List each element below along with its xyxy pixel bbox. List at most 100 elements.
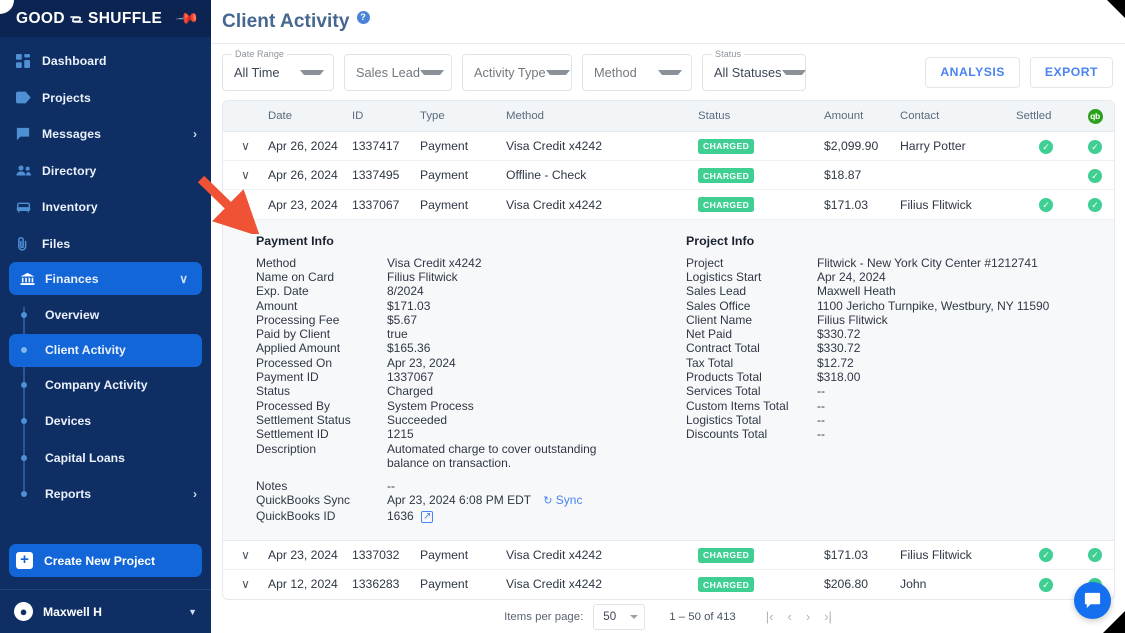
detail-value: 1100 Jericho Turnpike, Westbury, NY 1159… — [817, 298, 1050, 313]
bullet-icon — [20, 491, 27, 498]
help-icon[interactable]: ? — [356, 11, 370, 24]
cell-quickbooks: ✓ — [1076, 168, 1114, 183]
cell-contact: Harry Potter — [900, 139, 966, 154]
sidebar-item-overview[interactable]: Overview — [0, 297, 211, 334]
filter-method[interactable]: Method — [582, 53, 692, 91]
row-expand-toggle[interactable]: ∨ — [223, 139, 268, 153]
filter-date-range[interactable]: Date Range All Time — [222, 48, 334, 91]
detail-row: Processed On Apr 23, 2024 — [256, 356, 686, 370]
user-menu[interactable]: ● Maxwell H ▼ — [0, 589, 211, 633]
column-header-quickbooks[interactable]: qb — [1076, 108, 1114, 124]
chevron-right-icon: › — [193, 487, 197, 502]
last-page-button[interactable]: ›| — [824, 609, 832, 624]
filter-sales-lead[interactable]: Sales Lead — [344, 53, 452, 91]
detail-value: Automated charge to cover outstanding ba… — [387, 441, 597, 470]
sidebar-item-finances[interactable]: Finances ∨ — [9, 262, 202, 295]
detail-key: Processing Fee — [256, 312, 340, 327]
shuffle-mark-icon — [69, 12, 84, 27]
chevron-down-icon — [300, 69, 324, 75]
sidebar-item-messages[interactable]: Messages › — [0, 116, 211, 153]
column-header-id[interactable]: ID — [352, 110, 420, 122]
detail-row: Exp. Date 8/2024 — [256, 284, 686, 298]
create-new-project-button[interactable]: + Create New Project — [9, 544, 202, 577]
payment-info-panel: Payment Info Method Visa Credit x4242 Nam… — [256, 234, 686, 524]
table-row[interactable]: ∨ Apr 12, 2024 1336283 Payment Visa Cred… — [223, 570, 1114, 599]
sidebar-item-client-activity[interactable]: Client Activity — [9, 333, 202, 367]
sidebar-item-projects[interactable]: Projects — [0, 80, 211, 117]
column-header-date[interactable]: Date — [268, 110, 352, 122]
detail-row: Paid by Client true — [256, 327, 686, 341]
chevron-right-icon: › — [193, 127, 197, 142]
detail-value: -- — [817, 384, 825, 399]
first-page-button[interactable]: |‹ — [766, 609, 774, 624]
sidebar-item-inventory[interactable]: Inventory — [0, 189, 211, 226]
app-root: GOOD SHUFFLE 📌 Dashboard Projects Messag… — [0, 0, 1125, 633]
prev-page-button[interactable]: ‹ — [787, 609, 791, 624]
items-per-page-label: Items per page: — [504, 610, 584, 623]
sidebar-item-reports[interactable]: Reports › — [0, 476, 211, 513]
brand-logo[interactable]: GOOD SHUFFLE — [16, 10, 162, 28]
sidebar-item-devices[interactable]: Devices — [0, 403, 211, 440]
detail-key: Custom Items Total — [686, 398, 789, 413]
detail-key: Discounts Total — [686, 427, 768, 442]
cell-quickbooks: ✓ — [1076, 197, 1114, 213]
chevron-down-icon — [781, 69, 806, 75]
project-link[interactable]: Flitwick - New York City Center #1212741 — [817, 256, 1096, 270]
sidebar-subitem-label: Client Activity — [45, 343, 126, 357]
filter-activity-type-value: Activity Type — [474, 64, 546, 80]
cell-id: 1337032 — [352, 547, 400, 562]
bullet-icon — [20, 454, 27, 461]
export-button[interactable]: EXPORT — [1029, 56, 1113, 88]
table-row[interactable]: ∨ Apr 26, 2024 1337417 Payment Visa Cred… — [223, 132, 1114, 162]
qb-sync-button[interactable]: ↻ Sync — [543, 493, 582, 507]
row-expand-toggle[interactable]: ∨ — [223, 577, 268, 591]
cell-contact: Filius Flitwick — [900, 547, 972, 562]
filter-sales-lead-value: Sales Lead — [356, 64, 421, 80]
detail-row: Products Total $318.00 — [686, 370, 1096, 384]
cell-status: CHARGED — [698, 197, 824, 213]
detail-key: Contract Total — [686, 341, 760, 356]
detail-value: Filius Flitwick — [387, 269, 458, 284]
bullet-icon — [20, 381, 27, 388]
detail-key: Client Name — [686, 312, 753, 327]
detail-value: $318.00 — [817, 370, 861, 385]
filter-method-value: Method — [594, 64, 637, 80]
row-expand-toggle[interactable]: ∨ — [223, 168, 268, 182]
chat-bubble-button[interactable] — [1074, 582, 1111, 619]
items-per-page-select[interactable]: 50 — [593, 603, 646, 630]
pagination: Items per page: 50 1 – 50 of 413 |‹ ‹ › … — [211, 600, 1125, 633]
detail-key: Logistics Total — [686, 412, 762, 427]
column-header-settled[interactable]: Settled — [1016, 110, 1076, 122]
next-page-button[interactable]: › — [806, 609, 810, 624]
detail-row: Logistics Start Apr 24, 2024 — [686, 270, 1096, 284]
column-header-status[interactable]: Status — [698, 110, 824, 122]
cell-date: Apr 23, 2024 — [268, 547, 338, 562]
sidebar-item-dashboard[interactable]: Dashboard — [0, 43, 211, 80]
row-collapse-toggle[interactable]: ∧ — [223, 198, 268, 212]
column-header-contact[interactable]: Contact — [900, 110, 1016, 122]
detail-key: Method — [256, 255, 297, 270]
external-link-icon[interactable]: ↗ — [421, 510, 434, 523]
table-row-expanded[interactable]: ∧ Apr 23, 2024 1337067 Payment Visa Cred… — [223, 190, 1114, 220]
column-header-type[interactable]: Type — [420, 110, 506, 122]
filter-activity-type[interactable]: Activity Type — [462, 53, 572, 91]
detail-row: Tax Total $12.72 — [686, 356, 1096, 370]
sidebar-item-company-activity[interactable]: Company Activity — [0, 367, 211, 404]
table-row[interactable]: ∨ Apr 26, 2024 1337495 Payment Offline -… — [223, 161, 1114, 191]
sidebar-item-label: Projects — [42, 90, 91, 105]
filter-status[interactable]: Status All Statuses — [702, 48, 806, 91]
column-header-method[interactable]: Method — [506, 110, 698, 122]
analysis-button[interactable]: ANALYSIS — [925, 56, 1020, 88]
sidebar-item-directory[interactable]: Directory — [0, 153, 211, 190]
row-expand-toggle[interactable]: ∨ — [223, 548, 268, 562]
pin-icon[interactable]: 📌 — [175, 6, 200, 31]
sidebar-item-files[interactable]: Files — [0, 226, 211, 263]
column-header-amount[interactable]: Amount — [824, 110, 900, 122]
table-row[interactable]: ∨ Apr 23, 2024 1337032 Payment Visa Cred… — [223, 541, 1114, 570]
qb-sync-timestamp: Apr 23, 2024 6:08 PM EDT — [387, 493, 531, 508]
chevron-down-icon — [545, 69, 570, 75]
sidebar-nav: Dashboard Projects Messages › Directory … — [0, 37, 211, 534]
sidebar-item-capital-loans[interactable]: Capital Loans — [0, 440, 211, 477]
detail-value: 1337067 — [387, 370, 434, 385]
cell-method: Offline - Check — [506, 168, 587, 183]
